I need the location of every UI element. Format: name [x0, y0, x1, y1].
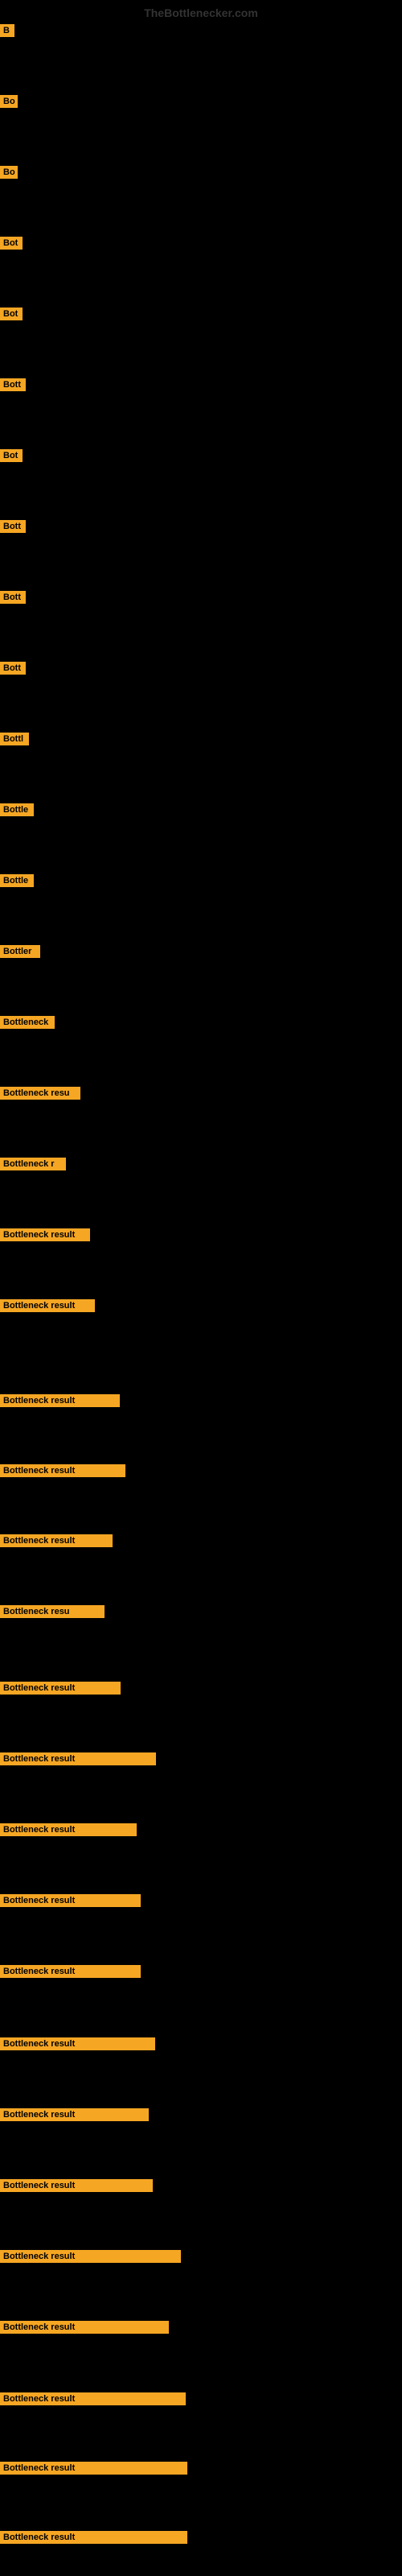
- bar-item: Bot: [0, 308, 23, 324]
- bar-label: Bottleneck: [0, 1016, 55, 1029]
- bar-label: Bot: [0, 449, 23, 462]
- bar-label: Bott: [0, 591, 26, 604]
- bar-item: Bottleneck: [0, 1016, 55, 1033]
- bar-label: Bottleneck result: [0, 2392, 186, 2405]
- bar-item: Bottleneck resu: [0, 1605, 105, 1622]
- bar-label: Bottleneck result: [0, 1894, 141, 1907]
- bar-label: Bottler: [0, 945, 40, 958]
- bar-label: Bottleneck result: [0, 1682, 121, 1695]
- bar-label: Bottle: [0, 874, 34, 887]
- bar-item: Bottleneck result: [0, 2392, 186, 2409]
- bar-item: Bott: [0, 591, 26, 608]
- bar-label: Bottleneck result: [0, 1823, 137, 1836]
- bar-label: Bottl: [0, 733, 29, 745]
- bar-label: B: [0, 24, 14, 37]
- bar-label: Bottleneck result: [0, 1299, 95, 1312]
- bar-item: Bottleneck result: [0, 1394, 120, 1411]
- bar-label: Bottleneck result: [0, 1464, 125, 1477]
- bar-item: Bottleneck resu: [0, 1087, 80, 1104]
- bar-label: Bottleneck result: [0, 2108, 149, 2121]
- bar-label: Bottle: [0, 803, 34, 816]
- bar-item: Bottle: [0, 874, 34, 891]
- bar-item: Bottleneck result: [0, 1752, 156, 1769]
- bar-item: Bottleneck result: [0, 1894, 141, 1911]
- bar-label: Bo: [0, 166, 18, 179]
- bar-item: Bottleneck result: [0, 2037, 155, 2054]
- bar-item: Bo: [0, 95, 18, 112]
- bar-item: Bottleneck result: [0, 1534, 113, 1551]
- bar-item: Bott: [0, 662, 26, 679]
- bar-label: Bottleneck result: [0, 1394, 120, 1407]
- bar-item: Bo: [0, 166, 18, 183]
- bar-item: Bott: [0, 378, 26, 395]
- bar-label: Bottleneck resu: [0, 1605, 105, 1618]
- bar-item: Bottleneck result: [0, 1823, 137, 1840]
- bar-label: Bottleneck r: [0, 1158, 66, 1170]
- bar-item: Bottl: [0, 733, 29, 749]
- bar-label: Bott: [0, 378, 26, 391]
- bar-item: Bottleneck result: [0, 2108, 149, 2125]
- bar-label: Bottleneck result: [0, 2179, 153, 2192]
- bar-item: Bot: [0, 449, 23, 466]
- bar-item: Bottleneck result: [0, 1299, 95, 1316]
- bar-label: Bot: [0, 237, 23, 250]
- bar-item: Bott: [0, 520, 26, 537]
- bar-label: Bottleneck result: [0, 1965, 141, 1978]
- bar-item: Bottleneck result: [0, 2462, 187, 2479]
- bar-item: Bottler: [0, 945, 40, 962]
- bar-item: Bottleneck result: [0, 2321, 169, 2338]
- bar-item: Bottle: [0, 803, 34, 820]
- bar-label: Bott: [0, 662, 26, 675]
- bar-label: Bottleneck result: [0, 2531, 187, 2544]
- bar-item: Bottleneck result: [0, 2250, 181, 2267]
- bar-item: B: [0, 24, 14, 41]
- bar-label: Bottleneck result: [0, 2321, 169, 2334]
- bar-label: Bottleneck result: [0, 2462, 187, 2475]
- bar-item: Bottleneck r: [0, 1158, 66, 1174]
- bar-item: Bottleneck result: [0, 2531, 187, 2548]
- bar-label: Bottleneck resu: [0, 1087, 80, 1100]
- bar-item: Bottleneck result: [0, 1228, 90, 1245]
- bar-label: Bott: [0, 520, 26, 533]
- bar-label: Bottleneck result: [0, 2250, 181, 2263]
- bar-item: Bottleneck result: [0, 2179, 153, 2196]
- bar-label: Bot: [0, 308, 23, 320]
- bar-label: Bo: [0, 95, 18, 108]
- bar-item: Bottleneck result: [0, 1464, 125, 1481]
- bar-label: Bottleneck result: [0, 1228, 90, 1241]
- bar-item: Bot: [0, 237, 23, 254]
- site-title: TheBottlenecker.com: [144, 6, 258, 19]
- bar-item: Bottleneck result: [0, 1965, 141, 1982]
- bar-label: Bottleneck result: [0, 1534, 113, 1547]
- bar-label: Bottleneck result: [0, 1752, 156, 1765]
- bar-item: Bottleneck result: [0, 1682, 121, 1699]
- bar-label: Bottleneck result: [0, 2037, 155, 2050]
